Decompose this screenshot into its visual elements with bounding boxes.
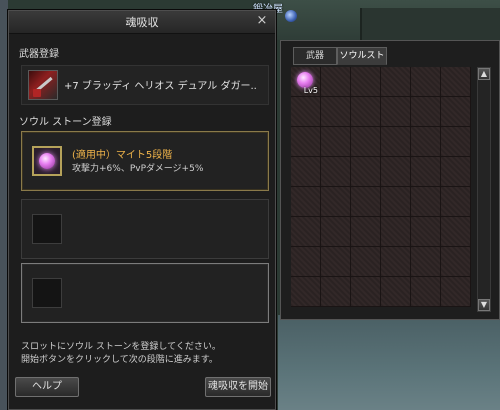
- inventory-cell[interactable]: [291, 277, 321, 307]
- inventory-cell[interactable]: [291, 247, 321, 277]
- inventory-cell[interactable]: [291, 157, 321, 187]
- inventory-cell[interactable]: [411, 217, 441, 247]
- inventory-cell[interactable]: [321, 157, 351, 187]
- inventory-cell[interactable]: [381, 187, 411, 217]
- weapon-name: +7 ブラッディ ヘリオス デュアル ダガー..: [64, 81, 257, 92]
- weapon-slot[interactable]: +7 ブラッディ ヘリオス デュアル ダガー..: [21, 65, 269, 105]
- inventory-cell[interactable]: [411, 247, 441, 277]
- background-beam: [360, 8, 500, 42]
- start-absorb-button[interactable]: 魂吸収を開始: [205, 377, 271, 397]
- inventory-cell[interactable]: [411, 127, 441, 157]
- soul-stone-slot-box[interactable]: [32, 146, 62, 176]
- inventory-cell[interactable]: [381, 247, 411, 277]
- weapon-section-label: 武器登録: [19, 49, 59, 60]
- soul-slot-3[interactable]: [21, 263, 269, 323]
- inventory-cell[interactable]: [351, 277, 381, 307]
- inventory-cell[interactable]: [441, 247, 471, 277]
- inventory-cell[interactable]: [441, 217, 471, 247]
- empty-slot-box[interactable]: [32, 214, 62, 244]
- inventory-cell[interactable]: Lv5: [291, 67, 321, 97]
- inventory-cell[interactable]: [381, 127, 411, 157]
- inventory-cell[interactable]: [441, 97, 471, 127]
- inventory-grid: Lv5: [291, 67, 471, 310]
- inventory-cell[interactable]: [321, 97, 351, 127]
- soul-section-label: ソウル ストーン登録: [19, 117, 112, 128]
- inventory-cell[interactable]: [351, 97, 381, 127]
- background-strip: [0, 0, 8, 410]
- inventory-cell[interactable]: [291, 217, 321, 247]
- inventory-cell[interactable]: [351, 247, 381, 277]
- inventory-cell[interactable]: [321, 67, 351, 97]
- inventory-cell[interactable]: [291, 97, 321, 127]
- instruction-line-1: スロットにソウル ストーンを登録してください。: [21, 342, 221, 352]
- inventory-cell[interactable]: [321, 277, 351, 307]
- inventory-cell[interactable]: [411, 97, 441, 127]
- inventory-cell[interactable]: [411, 277, 441, 307]
- scroll-up-icon[interactable]: ▲: [478, 68, 490, 80]
- instruction-text: スロットにソウル ストーンを登録してください。 開始ボタンをクリックして次の段階…: [21, 341, 221, 367]
- inventory-cell[interactable]: [321, 217, 351, 247]
- inventory-cell[interactable]: [351, 127, 381, 157]
- inventory-cell[interactable]: [351, 217, 381, 247]
- inventory-cell[interactable]: [321, 247, 351, 277]
- soul-slot-title: (適用中）マイト5段階: [72, 150, 173, 161]
- inventory-cell[interactable]: [411, 157, 441, 187]
- inventory-cell[interactable]: [411, 187, 441, 217]
- tab-weapon[interactable]: 武器: [293, 47, 337, 65]
- inventory-cell[interactable]: [321, 187, 351, 217]
- tab-soul-stone[interactable]: ソウルストーン: [337, 47, 387, 77]
- close-button[interactable]: ×: [255, 14, 269, 28]
- inventory-cell[interactable]: [291, 187, 321, 217]
- inventory-cell[interactable]: [441, 277, 471, 307]
- background-ground: [278, 315, 500, 410]
- soul-slot-2[interactable]: [21, 199, 269, 259]
- soul-slot-description: 攻撃力+6%、PvPダメージ+5%: [72, 164, 204, 174]
- inventory-cell[interactable]: [291, 127, 321, 157]
- inventory-cell[interactable]: [351, 157, 381, 187]
- help-button[interactable]: ヘルプ: [15, 377, 79, 397]
- dagger-icon[interactable]: [28, 70, 58, 100]
- inventory-cell[interactable]: [351, 67, 381, 97]
- item-level-label: Lv5: [303, 86, 318, 95]
- instruction-line-2: 開始ボタンをクリックして次の段階に進みます。: [21, 355, 218, 365]
- inventory-cell[interactable]: [381, 277, 411, 307]
- window-titlebar[interactable]: 魂吸収 ×: [9, 11, 275, 34]
- inventory-cell[interactable]: [411, 67, 441, 97]
- window-title: 魂吸収: [125, 16, 159, 29]
- inventory-cell[interactable]: [441, 157, 471, 187]
- empty-slot-box[interactable]: [32, 278, 62, 308]
- inventory-cell[interactable]: [441, 187, 471, 217]
- inventory-cell[interactable]: [381, 157, 411, 187]
- soul-absorb-window: 魂吸収 × 武器登録 +7 ブラッディ ヘリオス デュアル ダガー.. ソウル …: [8, 10, 276, 410]
- soul-stone-icon: [39, 153, 55, 169]
- scroll-down-icon[interactable]: ▼: [478, 299, 490, 311]
- inventory-cell[interactable]: [381, 67, 411, 97]
- inventory-cell[interactable]: [381, 217, 411, 247]
- inventory-cell[interactable]: [441, 67, 471, 97]
- soul-slot-1[interactable]: (適用中）マイト5段階 攻撃力+6%、PvPダメージ+5%: [21, 131, 269, 191]
- inventory-cell[interactable]: [321, 127, 351, 157]
- inventory-cell[interactable]: [351, 187, 381, 217]
- inventory-cell[interactable]: [381, 97, 411, 127]
- inventory-scrollbar[interactable]: ▲ ▼: [477, 67, 491, 312]
- inventory-panel: 武器 ソウルストーン Lv5 ▲ ▼: [280, 40, 500, 320]
- inventory-cell[interactable]: [441, 127, 471, 157]
- blue-orb-icon: [285, 10, 297, 22]
